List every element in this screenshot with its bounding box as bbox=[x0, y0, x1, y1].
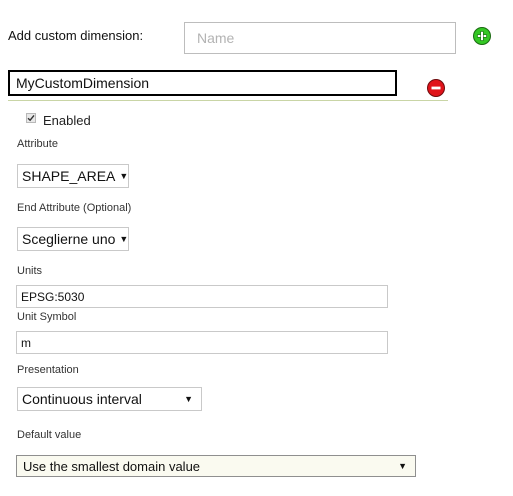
dropdown-arrow-icon: ▼ bbox=[119, 171, 129, 181]
dimension-divider bbox=[8, 100, 448, 101]
default-value-label: Default value bbox=[17, 429, 82, 441]
end-attribute-label: End Attribute (Optional) bbox=[17, 202, 132, 214]
minus-circle-icon bbox=[431, 86, 441, 90]
dropdown-arrow-icon: ▼ bbox=[184, 394, 193, 404]
remove-dimension-button[interactable] bbox=[427, 79, 445, 97]
presentation-label: Presentation bbox=[17, 364, 79, 376]
attribute-select[interactable]: SHAPE_AREA ▼ bbox=[17, 164, 130, 188]
units-field[interactable]: EPSG:5030 bbox=[16, 285, 388, 308]
attribute-label: Attribute bbox=[17, 138, 58, 150]
dimension-name-input[interactable] bbox=[184, 22, 456, 54]
enabled-checkbox[interactable] bbox=[26, 113, 36, 123]
end-attribute-select[interactable]: Sceglierne uno ▼ bbox=[17, 227, 130, 251]
units-label: Units bbox=[17, 265, 43, 277]
default-value-select[interactable]: Use the smallest domain value ▼ bbox=[16, 455, 416, 477]
attribute-select-value: SHAPE_AREA bbox=[22, 168, 116, 184]
unit-symbol-field[interactable]: m bbox=[16, 331, 388, 354]
dropdown-arrow-icon: ▼ bbox=[398, 461, 407, 471]
units-value: EPSG:5030 bbox=[21, 289, 85, 304]
presentation-select-value: Continuous interval bbox=[22, 391, 142, 407]
custom-dimension-name-field[interactable] bbox=[8, 70, 397, 96]
default-value-select-value: Use the smallest domain value bbox=[23, 458, 201, 474]
presentation-select[interactable]: Continuous interval ▼ bbox=[17, 387, 202, 411]
unit-symbol-value: m bbox=[21, 335, 31, 350]
dropdown-arrow-icon: ▼ bbox=[119, 234, 129, 244]
enabled-label: Enabled bbox=[43, 113, 91, 128]
add-dimension-button[interactable] bbox=[473, 27, 491, 45]
plus-circle-icon bbox=[477, 31, 487, 41]
add-custom-dimension-label: Add custom dimension: bbox=[8, 28, 144, 43]
unit-symbol-label: Unit Symbol bbox=[17, 311, 77, 323]
checkmark-icon bbox=[27, 114, 35, 122]
end-attribute-select-value: Sceglierne uno bbox=[22, 231, 116, 247]
